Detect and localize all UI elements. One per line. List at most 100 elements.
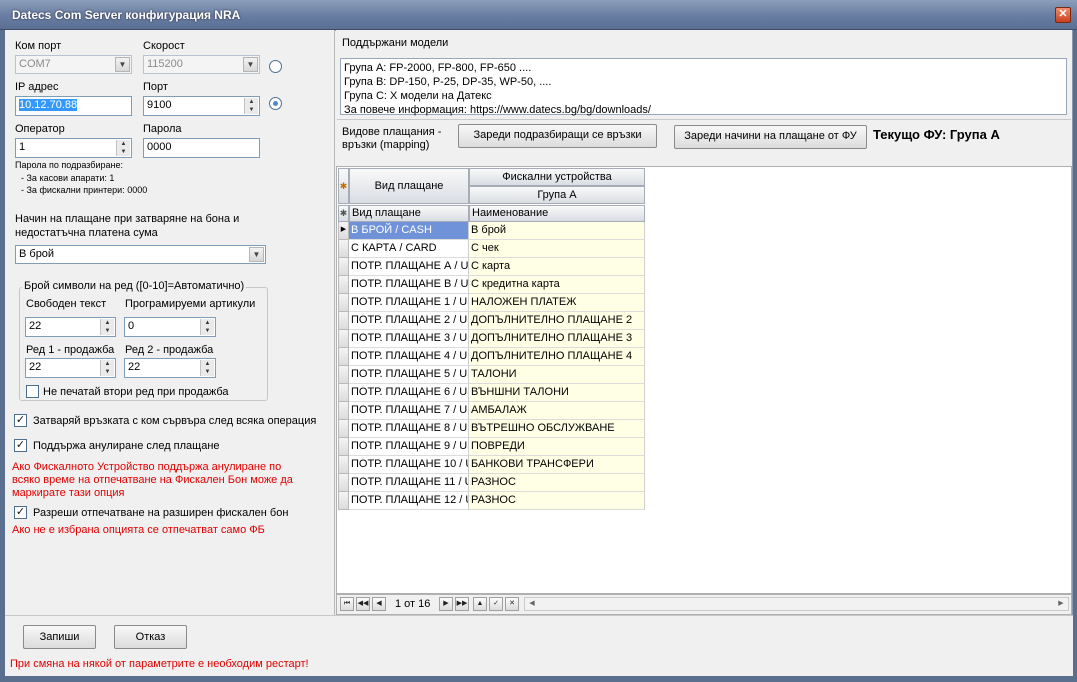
scroll-right-icon[interactable]: ▶: [1055, 598, 1067, 610]
fiscal-name-cell[interactable]: ДОПЪЛНИТЕЛНО ПЛАЩАНЕ 4: [469, 348, 645, 366]
com-port-select[interactable]: COM7 ▼: [15, 55, 132, 74]
row2-stepper[interactable]: 22 ▲ ▼: [124, 358, 216, 378]
row-selector[interactable]: [338, 330, 349, 348]
operator-stepper[interactable]: 1 ▲ ▼: [15, 138, 132, 158]
password-label: Парола: [143, 123, 182, 135]
spinner-arrows-icon[interactable]: ▲ ▼: [100, 319, 114, 335]
row1-stepper[interactable]: 22 ▲ ▼: [25, 358, 116, 378]
spinner-arrows-icon[interactable]: ▲ ▼: [200, 319, 214, 335]
payment-type-cell[interactable]: ПОТР. ПЛАЩАНЕ 10 / U: [349, 456, 469, 474]
payment-type-cell[interactable]: ПОТР. ПЛАЩАНЕ А / US: [349, 258, 469, 276]
fiscal-name-cell[interactable]: РАЗНОС: [469, 492, 645, 510]
fiscal-name-cell[interactable]: ТАЛОНИ: [469, 366, 645, 384]
payment-type-cell[interactable]: ПОТР. ПЛАЩАНЕ 9 / US: [349, 438, 469, 456]
post-edit-icon[interactable]: ✓: [489, 597, 503, 611]
prog-items-stepper[interactable]: 0 ▲ ▼: [124, 317, 216, 337]
payment-type-cell[interactable]: ПОТР. ПЛАЩАНЕ В / US: [349, 276, 469, 294]
prev-record-icon[interactable]: ◀: [372, 597, 386, 611]
fiscal-name-cell[interactable]: АМБАЛАЖ: [469, 402, 645, 420]
cancel-edit-icon[interactable]: ✕: [505, 597, 519, 611]
next-record-icon[interactable]: ▶: [439, 597, 453, 611]
grid-corner-icon[interactable]: ✱: [338, 168, 349, 204]
row-selector[interactable]: [338, 366, 349, 384]
row-selector[interactable]: [338, 456, 349, 474]
speed-select[interactable]: 115200 ▼: [143, 55, 260, 74]
current-row-indicator-icon[interactable]: ▶: [338, 222, 349, 240]
cancel-button[interactable]: Отказ: [114, 625, 187, 649]
row-selector[interactable]: [338, 276, 349, 294]
fiscal-name-cell[interactable]: ДОПЪЛНИТЕЛНО ПЛАЩАНЕ 3: [469, 330, 645, 348]
spinner-arrows-icon[interactable]: ▲ ▼: [100, 360, 114, 376]
scroll-left-icon[interactable]: ◀: [526, 598, 538, 610]
fiscal-name-cell[interactable]: РАЗНОС: [469, 474, 645, 492]
load-default-mapping-button[interactable]: Зареди подразбиращи се връзки: [458, 124, 657, 148]
spinner-arrows-icon[interactable]: ▲ ▼: [200, 360, 214, 376]
no-second-row-checkbox[interactable]: [26, 385, 39, 398]
band-fiscal-devices[interactable]: Фискални устройства: [469, 168, 645, 186]
fiscal-name-cell[interactable]: НАЛОЖЕН ПЛАТЕЖ: [469, 294, 645, 312]
row-selector[interactable]: [338, 258, 349, 276]
row-selector[interactable]: [338, 294, 349, 312]
fiscal-name-cell[interactable]: С кредитна карта: [469, 276, 645, 294]
payment-type-cell[interactable]: В БРОЙ / CASH: [349, 222, 469, 240]
row-selector[interactable]: [338, 402, 349, 420]
payment-type-cell[interactable]: ПОТР. ПЛАЩАНЕ 11 / U: [349, 474, 469, 492]
close-connection-checkbox[interactable]: ✓: [14, 414, 27, 427]
row-selector[interactable]: [338, 474, 349, 492]
fiscal-name-cell[interactable]: ВЪНШНИ ТАЛОНИ: [469, 384, 645, 402]
payment-type-cell[interactable]: ПОТР. ПЛАЩАНЕ 3 / US: [349, 330, 469, 348]
col-name[interactable]: Наименование: [469, 205, 645, 222]
spinner-arrows-icon[interactable]: ▲ ▼: [244, 98, 258, 114]
prev-page-icon[interactable]: ◀◀: [356, 597, 370, 611]
tcp-mode-radio[interactable]: [269, 97, 282, 110]
cancel-support-checkbox[interactable]: ✓: [14, 439, 27, 452]
ip-address-input[interactable]: 10.12.70.88: [15, 96, 132, 116]
row-selector[interactable]: [338, 384, 349, 402]
band-payment-type[interactable]: Вид плащане: [349, 168, 469, 204]
payment-mode-select[interactable]: В брой ▼: [15, 245, 266, 264]
row-selector[interactable]: [338, 348, 349, 366]
fiscal-name-cell[interactable]: ДОПЪЛНИТЕЛНО ПЛАЩАНЕ 2: [469, 312, 645, 330]
payment-type-cell[interactable]: ПОТР. ПЛАЩАНЕ 6 / US: [349, 384, 469, 402]
payment-type-cell[interactable]: ПОТР. ПЛАЩАНЕ 1 / US: [349, 294, 469, 312]
payment-type-cell[interactable]: ПОТР. ПЛАЩАНЕ 4 / US: [349, 348, 469, 366]
band-group-a[interactable]: Група А: [469, 186, 645, 204]
horizontal-scrollbar[interactable]: ◀ ▶: [524, 597, 1069, 611]
extended-receipt-checkbox[interactable]: ✓: [14, 506, 27, 519]
com-mode-radio[interactable]: [269, 60, 282, 73]
close-icon[interactable]: ✕: [1055, 7, 1071, 23]
first-record-icon[interactable]: ⏮: [340, 597, 354, 611]
row2-label: Ред 2 - продажба: [125, 344, 214, 356]
prog-items-label: Програмируеми артикули: [125, 298, 256, 310]
payment-type-cell[interactable]: ПОТР. ПЛАЩАНЕ 5 / US: [349, 366, 469, 384]
row-selector[interactable]: [338, 438, 349, 456]
prog-items-value: 0: [128, 320, 135, 332]
fiscal-name-cell[interactable]: С карта: [469, 258, 645, 276]
payment-type-cell[interactable]: С КАРТА / CARD: [349, 240, 469, 258]
next-page-icon[interactable]: ▶▶: [455, 597, 469, 611]
payment-type-cell[interactable]: ПОТР. ПЛАЩАНЕ 12 / U: [349, 492, 469, 510]
chevron-down-icon: ▼: [249, 247, 264, 262]
save-button[interactable]: Запиши: [23, 625, 96, 649]
row-selector[interactable]: [338, 492, 349, 510]
payment-type-cell[interactable]: ПОТР. ПЛАЩАНЕ 2 / US: [349, 312, 469, 330]
load-fu-payments-button[interactable]: Зареди начини на плащане от ФУ: [674, 125, 867, 149]
free-text-stepper[interactable]: 22 ▲ ▼: [25, 317, 116, 337]
row-selector[interactable]: [338, 420, 349, 438]
fiscal-name-cell[interactable]: В брой: [469, 222, 645, 240]
insert-record-icon[interactable]: ▲: [473, 597, 487, 611]
fiscal-name-cell[interactable]: ВЪТРЕШНО ОБСЛУЖВАНЕ: [469, 420, 645, 438]
row-selector[interactable]: [338, 312, 349, 330]
row-selector[interactable]: [338, 240, 349, 258]
port-stepper[interactable]: 9100 ▲ ▼: [143, 96, 260, 116]
fiscal-name-cell[interactable]: С чек: [469, 240, 645, 258]
fiscal-name-cell[interactable]: ПОВРЕДИ: [469, 438, 645, 456]
models-textbox[interactable]: Група А: FP-2000, FP-800, FP-650 .... Гр…: [340, 58, 1067, 116]
password-input[interactable]: 0000: [143, 138, 260, 158]
col-payment-type[interactable]: Вид плащане: [349, 205, 469, 222]
payment-type-cell[interactable]: ПОТР. ПЛАЩАНЕ 7 / US: [349, 402, 469, 420]
column-chooser-icon[interactable]: ✱: [338, 205, 349, 222]
payment-type-cell[interactable]: ПОТР. ПЛАЩАНЕ 8 / US: [349, 420, 469, 438]
fiscal-name-cell[interactable]: БАНКОВИ ТРАНСФЕРИ: [469, 456, 645, 474]
spinner-arrows-icon[interactable]: ▲ ▼: [116, 140, 130, 156]
